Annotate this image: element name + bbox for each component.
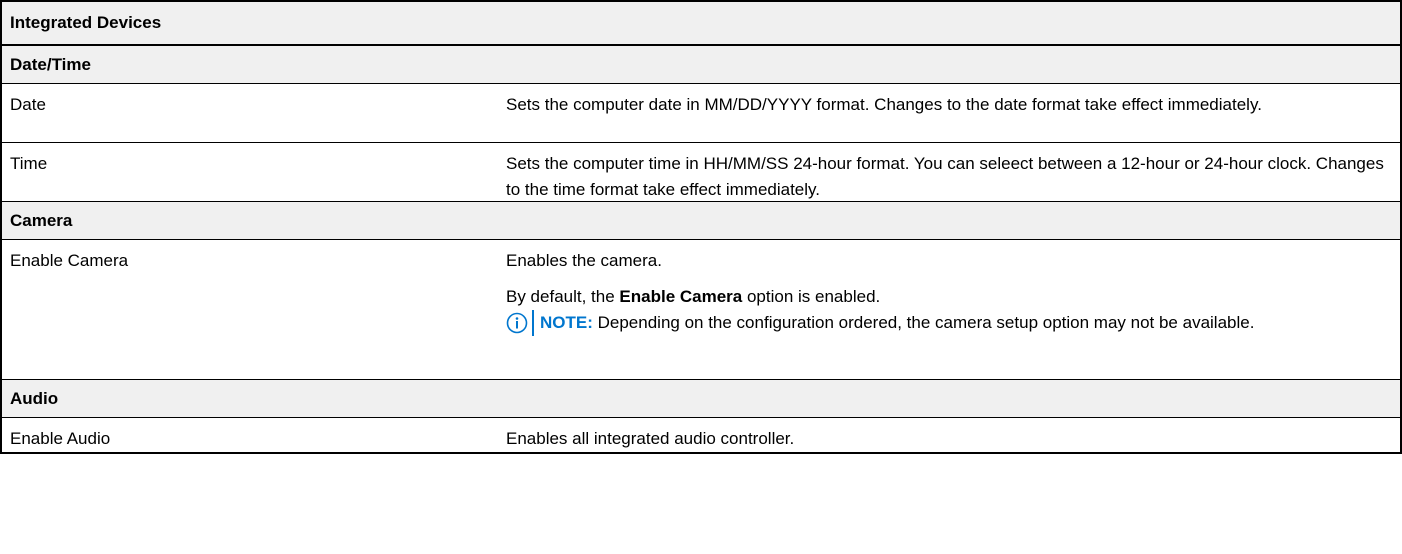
option-name: Date: [10, 95, 46, 114]
table-row-date: Date Sets the computer date in MM/DD/YYY…: [2, 84, 1400, 143]
option-name: Enable Camera: [10, 251, 129, 270]
integrated-devices-table: Integrated Devices Date/Time Date Sets t…: [0, 0, 1402, 454]
note-callout: NOTE: Depending on the configuration ord…: [506, 310, 1392, 336]
default-option-name: Enable Camera: [619, 287, 743, 306]
default-state-text: By default, the Enable Camera option is …: [506, 284, 1392, 310]
option-description-block: Enables the camera. By default, the Enab…: [498, 240, 1400, 379]
note-body: NOTE: Depending on the configuration ord…: [532, 310, 1254, 336]
note-label: NOTE:: [540, 313, 593, 332]
section-header-audio: Audio: [2, 380, 1400, 418]
option-description: Sets the computer date in MM/DD/YYYY for…: [506, 95, 1262, 114]
section-header-camera: Camera: [2, 202, 1400, 240]
section-header-date-time: Date/Time: [2, 46, 1400, 84]
option-description: Enables all integrated audio controller.: [506, 429, 795, 448]
table-row-enable-audio: Enable Audio Enables all integrated audi…: [2, 418, 1400, 454]
default-prefix: By default, the: [506, 287, 620, 306]
note-text: Depending on the configuration ordered, …: [592, 313, 1255, 332]
table-title-row: Integrated Devices: [2, 2, 1400, 46]
option-description: Sets the computer time in HH/MM/SS 24-ho…: [506, 154, 1384, 199]
info-icon: [506, 312, 528, 334]
table-row-enable-camera: Enable Camera Enables the camera. By def…: [2, 240, 1400, 380]
section-heading: Date/Time: [10, 54, 91, 74]
option-name: Enable Audio: [10, 429, 111, 448]
table-row-time: Time Sets the computer time in HH/MM/SS …: [2, 143, 1400, 202]
section-heading: Audio: [10, 388, 59, 408]
section-heading: Camera: [10, 210, 73, 230]
option-name: Time: [10, 154, 48, 173]
default-suffix: option is enabled.: [742, 287, 881, 306]
option-description: Enables the camera.: [506, 251, 662, 270]
table-title: Integrated Devices: [10, 13, 162, 32]
